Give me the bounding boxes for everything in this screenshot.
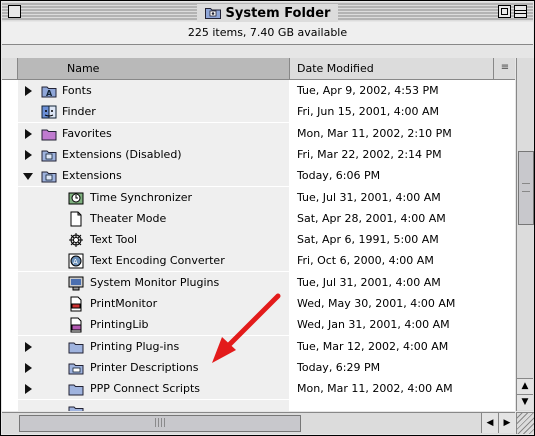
- annotation-arrow: [212, 293, 281, 363]
